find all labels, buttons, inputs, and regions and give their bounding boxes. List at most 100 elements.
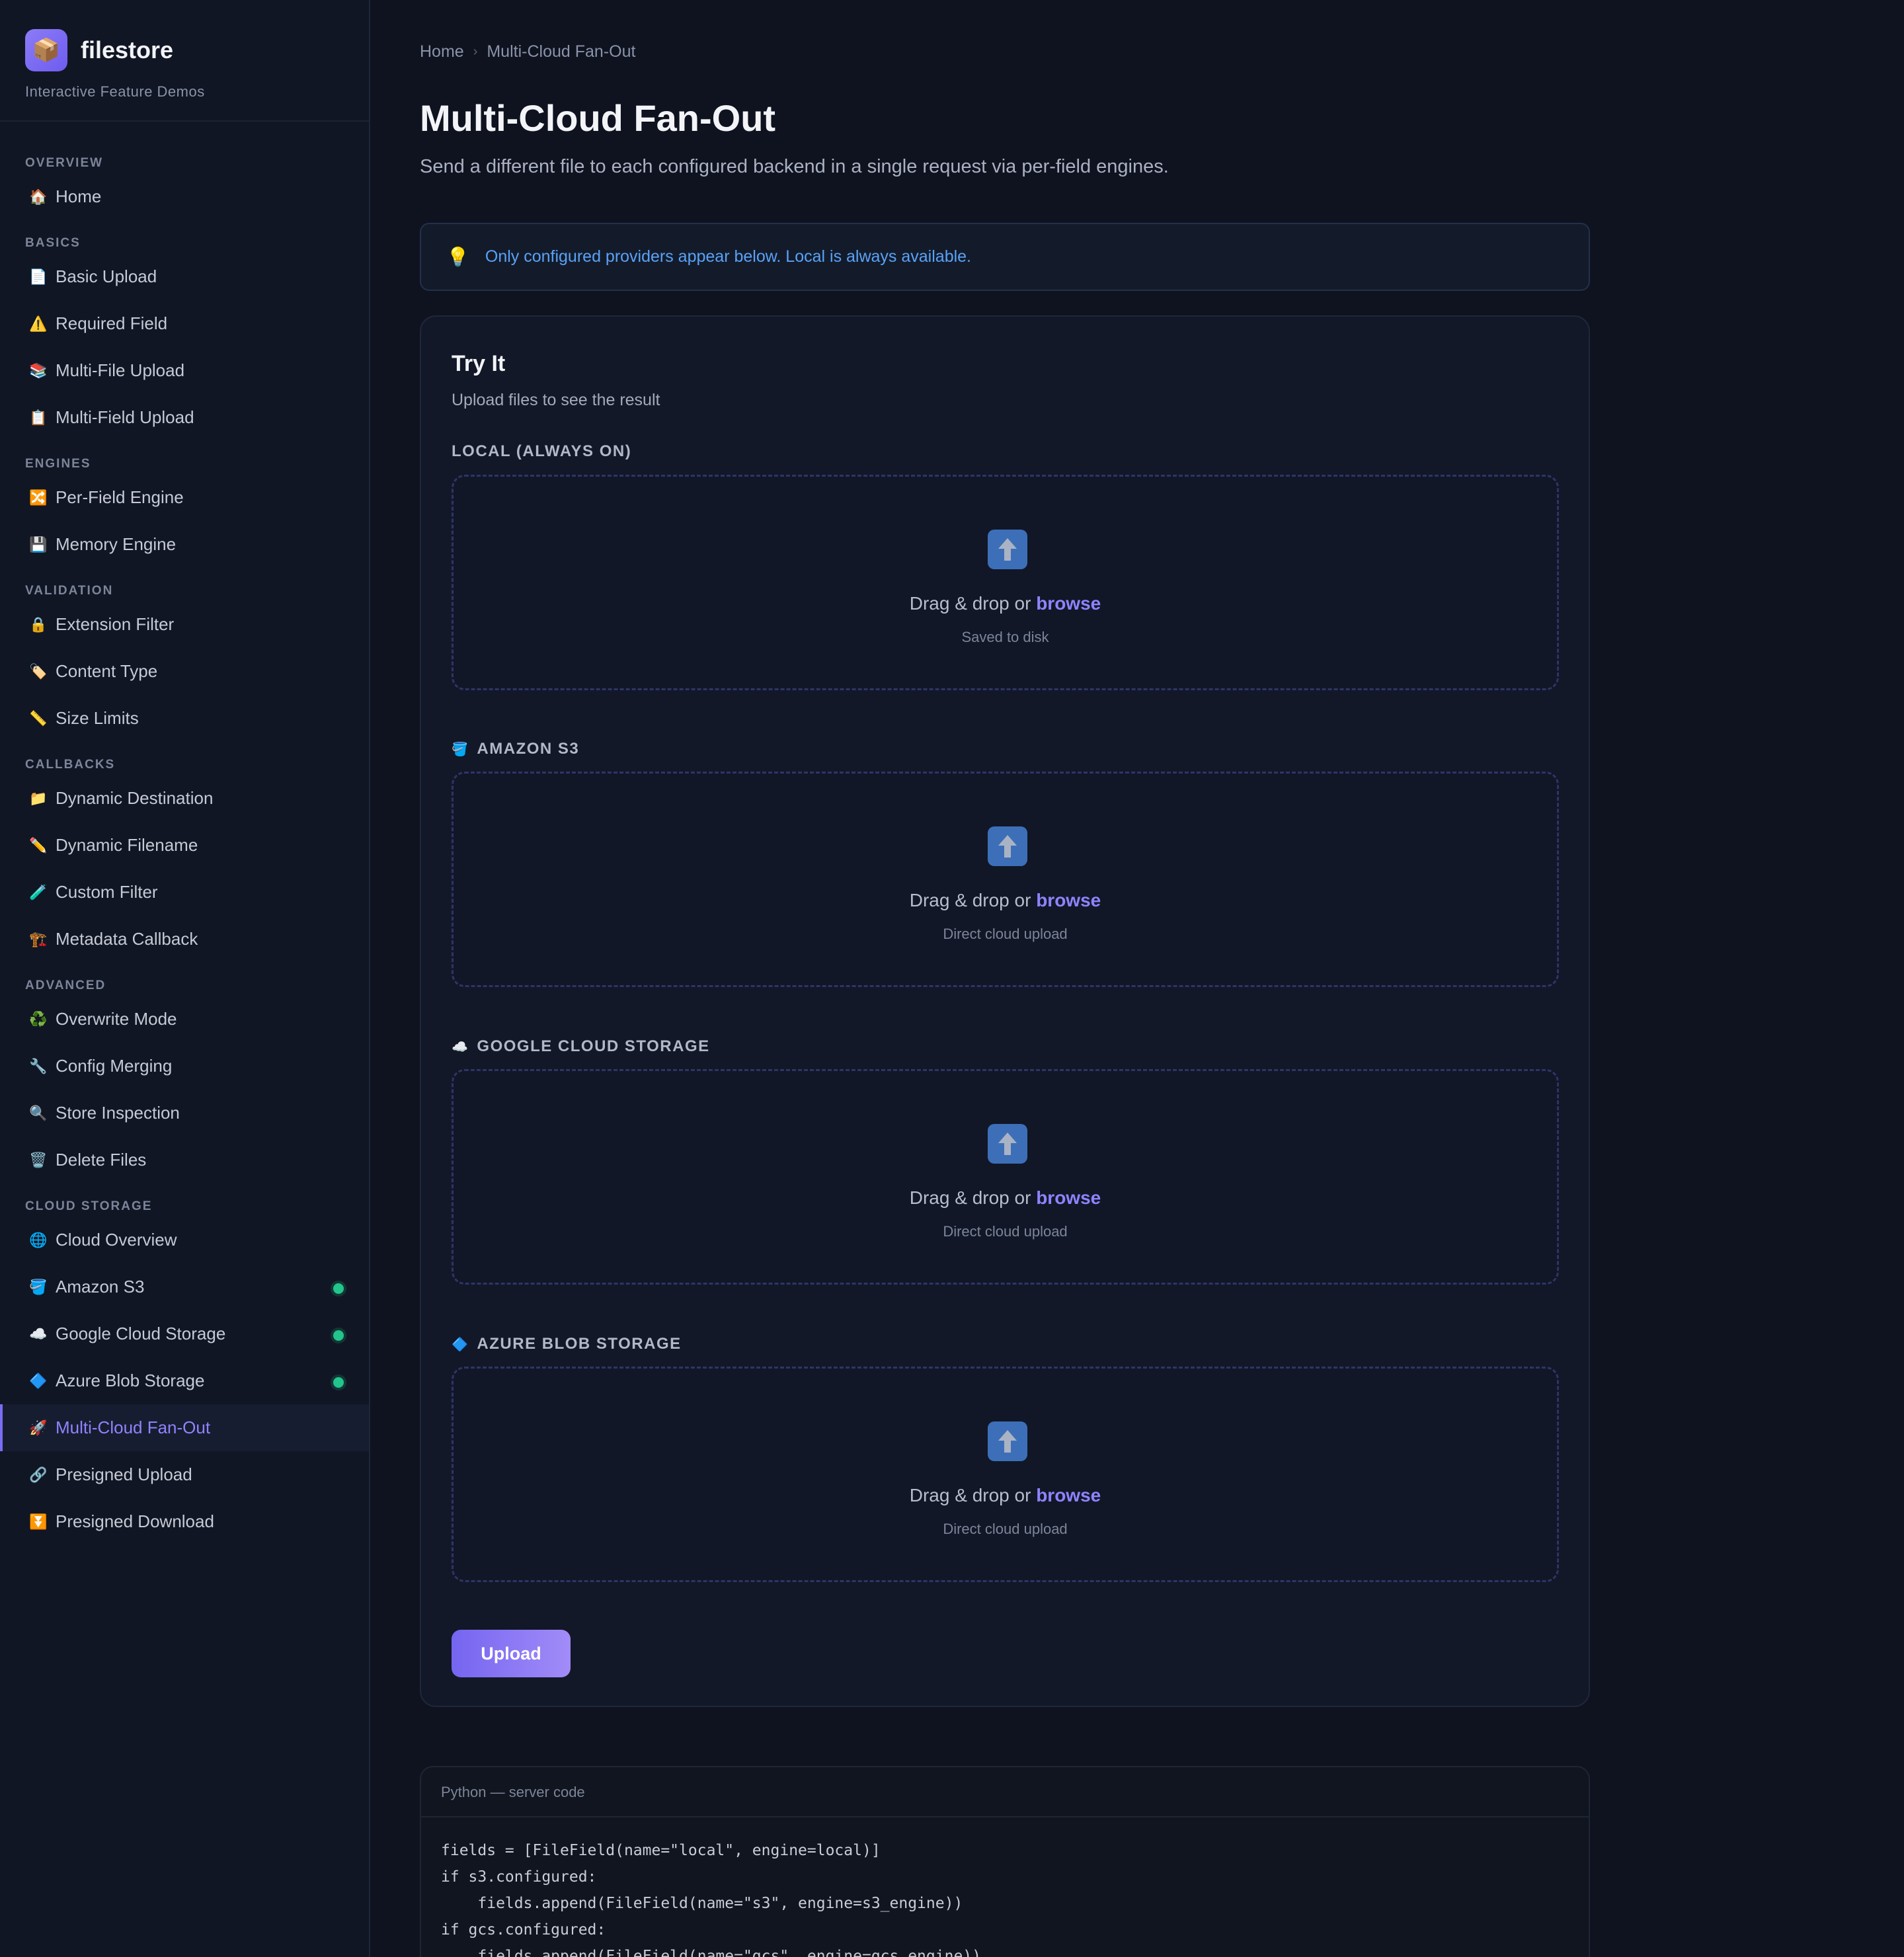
nav-section-overview: OVERVIEW — [25, 156, 104, 170]
browse-link[interactable]: browse — [1036, 890, 1101, 910]
sidebar-item-label: Multi-Field Upload — [56, 407, 194, 427]
folder-icon: 📁 — [29, 789, 48, 807]
sidebar-item-extension-filter[interactable]: 🔒 Extension Filter — [0, 601, 369, 648]
sidebar-item-dynamic-destination[interactable]: 📁 Dynamic Destination — [0, 775, 369, 822]
sidebar-item-label: Presigned Download — [56, 1511, 214, 1531]
sidebar-item-label: Overwrite Mode — [56, 1009, 177, 1029]
dropzone-instruction: Drag & drop or browse — [454, 1187, 1557, 1209]
dropzone-gcs[interactable]: Drag & drop or browse Direct cloud uploa… — [452, 1069, 1559, 1285]
upload-arrow-icon — [988, 826, 1027, 866]
wrench-icon: 🔧 — [29, 1057, 48, 1074]
sidebar-item-label: Extension Filter — [56, 614, 175, 634]
breadcrumb-current: Multi-Cloud Fan-Out — [487, 42, 636, 61]
sidebar-item-per-field-engine[interactable]: 🔀 Per-Field Engine — [0, 474, 369, 521]
code-line: fields.append(FileField(name="gcs", engi… — [441, 1948, 981, 1957]
brand: 📦 filestore Interactive Feature Demos — [0, 0, 369, 122]
browse-link[interactable]: browse — [1036, 1187, 1101, 1208]
dropzone-hint: Direct cloud upload — [943, 926, 1068, 942]
package-icon: 📦 — [25, 29, 67, 71]
sidebar-item-label: Amazon S3 — [56, 1277, 145, 1297]
sidebar-item-config-merging[interactable]: 🔧 Config Merging — [0, 1043, 369, 1090]
info-callout-text: Only configured providers appear below. … — [485, 247, 972, 266]
field-label-text: AZURE BLOB STORAGE — [477, 1335, 682, 1353]
sidebar-item-multi-field-upload[interactable]: 📋 Multi-Field Upload — [0, 394, 369, 441]
sidebar-item-home[interactable]: 🏠 Home — [0, 173, 369, 220]
dropzone-hint: Direct cloud upload — [943, 1223, 1068, 1240]
sidebar-item-custom-filter[interactable]: 🧪 Custom Filter — [0, 869, 369, 916]
sidebar-item-multi-file-upload[interactable]: 📚 Multi-File Upload — [0, 347, 369, 394]
magnifier-icon: 🔍 — [29, 1104, 48, 1121]
document-icon: 📄 — [29, 268, 48, 285]
drop-text: Drag & drop or — [909, 1187, 1031, 1208]
sidebar-item-label: Multi-File Upload — [56, 360, 185, 380]
dropzone-hint: Direct cloud upload — [943, 1521, 1068, 1537]
sidebar-item-label: Delete Files — [56, 1150, 147, 1170]
bucket-icon: 🪣 — [452, 742, 469, 757]
sidebar-item-dynamic-filename[interactable]: ✏️ Dynamic Filename — [0, 822, 369, 869]
code-line: fields.append(FileField(name="s3", engin… — [441, 1895, 963, 1912]
upload-arrow-icon — [988, 1421, 1027, 1461]
sidebar: 📦 filestore Interactive Feature Demos OV… — [0, 0, 370, 1957]
dropzone-azure[interactable]: Drag & drop or browse Direct cloud uploa… — [452, 1367, 1559, 1582]
nav-section-callbacks: CALLBACKS — [25, 758, 116, 772]
globe-icon: 🌐 — [29, 1231, 48, 1248]
code-line: if s3.configured: — [441, 1868, 597, 1886]
sidebar-item-multi-cloud-fan-out[interactable]: 🚀 Multi-Cloud Fan-Out — [0, 1404, 369, 1451]
home-icon: 🏠 — [29, 188, 48, 205]
browse-link[interactable]: browse — [1036, 593, 1101, 614]
browse-link[interactable]: browse — [1036, 1485, 1101, 1505]
sidebar-item-content-type[interactable]: 🏷️ Content Type — [0, 648, 369, 695]
nav-section-basics: BASICS — [25, 236, 81, 250]
sidebar-item-presigned-download[interactable]: ⏬ Presigned Download — [0, 1498, 369, 1545]
status-dot — [333, 1377, 344, 1388]
code-panel: Python — server code fields = [FileField… — [420, 1766, 1590, 1957]
breadcrumb-home-link[interactable]: Home — [420, 42, 464, 61]
upload-button[interactable]: Upload — [452, 1630, 571, 1677]
sidebar-item-metadata-callback[interactable]: 🏗️ Metadata Callback — [0, 916, 369, 963]
ruler-icon: 📏 — [29, 709, 48, 727]
field-label-local: LOCAL (ALWAYS ON) — [452, 442, 631, 461]
brand-name[interactable]: filestore — [81, 36, 173, 64]
dropzone-instruction: Drag & drop or browse — [454, 890, 1557, 911]
sidebar-nav: OVERVIEW 🏠 Home BASICS 📄 Basic Upload ⚠️… — [0, 122, 369, 1545]
clipboard-icon: 📋 — [29, 409, 48, 426]
nav-section-cloud-storage: CLOUD STORAGE — [25, 1199, 153, 1213]
sidebar-item-required-field[interactable]: ⚠️ Required Field — [0, 300, 369, 347]
field-label-gcs: ☁️ GOOGLE CLOUD STORAGE — [452, 1037, 710, 1056]
sidebar-item-label: Per-Field Engine — [56, 487, 184, 507]
dropzone-s3[interactable]: Drag & drop or browse Direct cloud uploa… — [452, 772, 1559, 987]
diamond-icon: 🔷 — [29, 1372, 48, 1389]
sidebar-item-azure-blob-storage[interactable]: 🔷 Azure Blob Storage — [0, 1357, 369, 1404]
sidebar-item-cloud-overview[interactable]: 🌐 Cloud Overview — [0, 1217, 369, 1263]
sidebar-item-label: Home — [56, 186, 102, 206]
books-icon: 📚 — [29, 362, 48, 379]
nav-section-advanced: ADVANCED — [25, 978, 106, 992]
sidebar-item-memory-engine[interactable]: 💾 Memory Engine — [0, 521, 369, 568]
code-block: fields = [FileField(name="local", engine… — [421, 1817, 1589, 1957]
sidebar-item-label: Custom Filter — [56, 882, 158, 902]
sidebar-item-amazon-s3[interactable]: 🪣 Amazon S3 — [0, 1263, 369, 1310]
dropzone-local[interactable]: Drag & drop or browse Saved to disk — [452, 475, 1559, 690]
sidebar-item-presigned-upload[interactable]: 🔗 Presigned Upload — [0, 1451, 369, 1498]
sidebar-item-google-cloud-storage[interactable]: ☁️ Google Cloud Storage — [0, 1310, 369, 1357]
sidebar-item-label: Metadata Callback — [56, 929, 198, 949]
dropzone-hint: Saved to disk — [961, 629, 1049, 645]
cloud-icon: ☁️ — [29, 1325, 48, 1342]
sidebar-item-label: Azure Blob Storage — [56, 1371, 205, 1390]
page-title: Multi-Cloud Fan-Out — [420, 97, 776, 139]
sidebar-item-basic-upload[interactable]: 📄 Basic Upload — [0, 253, 369, 300]
code-line: if gcs.configured: — [441, 1921, 606, 1938]
sidebar-item-label: Presigned Upload — [56, 1464, 192, 1484]
drop-text: Drag & drop or — [909, 890, 1031, 910]
warning-icon: ⚠️ — [29, 315, 48, 332]
brand-subtitle: Interactive Feature Demos — [25, 83, 205, 100]
try-it-card: Try It Upload files to see the result LO… — [420, 315, 1590, 1707]
sidebar-item-delete-files[interactable]: 🗑️ Delete Files — [0, 1137, 369, 1183]
sidebar-item-size-limits[interactable]: 📏 Size Limits — [0, 695, 369, 742]
trash-icon: 🗑️ — [29, 1151, 48, 1168]
sidebar-item-overwrite-mode[interactable]: ♻️ Overwrite Mode — [0, 996, 369, 1043]
sidebar-item-label: Dynamic Filename — [56, 835, 198, 855]
lock-icon: 🔒 — [29, 616, 48, 633]
sidebar-item-store-inspection[interactable]: 🔍 Store Inspection — [0, 1090, 369, 1137]
sidebar-item-label: Size Limits — [56, 708, 139, 728]
